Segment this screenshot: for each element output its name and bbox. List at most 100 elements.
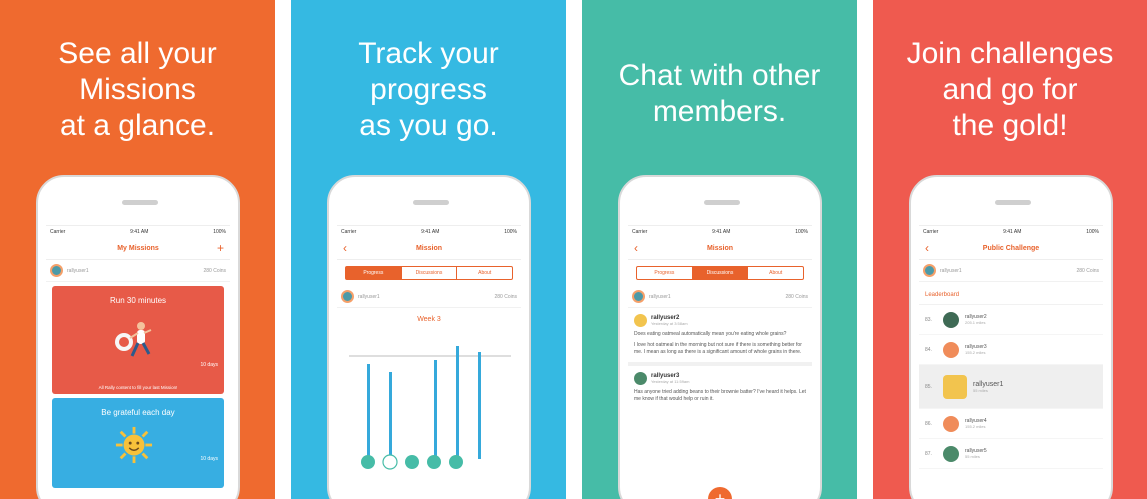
nav-title: Mission xyxy=(706,245,734,252)
mission-days: 10 days xyxy=(200,362,218,368)
user-name: rallyuser1 xyxy=(649,293,671,300)
leaderboard-row[interactable]: 86. rallyuser4 155.2 miles xyxy=(919,409,1103,439)
status-bar: Carrier 9:41 AM 100% xyxy=(46,226,230,238)
week-title: Week 3 xyxy=(417,316,441,323)
coins-count: 280 Coins xyxy=(203,267,226,274)
phone-speaker xyxy=(122,200,158,205)
avatar xyxy=(632,290,645,303)
user-name: rallyuser1 xyxy=(358,293,380,300)
post-header: rallyuser2 Yesterday at 3:58am xyxy=(634,314,806,327)
mission-days: 10 days xyxy=(200,456,218,462)
leader-rank: 84. xyxy=(925,346,932,353)
progress-bar xyxy=(478,352,481,459)
mission-note: All Rally content to fill your last Miss… xyxy=(98,385,178,390)
segmented-tabs: Progress Discussions About xyxy=(345,266,513,280)
post-time: Yesterday at 11:59am xyxy=(651,379,690,384)
phone-mockup: Carrier 9:41 AM 100% ‹ Mission Progress … xyxy=(618,175,822,499)
avatar xyxy=(341,290,354,303)
clock-label: 9:41 AM xyxy=(1003,229,1022,235)
leader-miles: 55 miles xyxy=(973,387,988,393)
avatar xyxy=(943,415,959,432)
phone-screen: Carrier 9:41 AM 100% My Missions + rally… xyxy=(46,225,230,499)
leaderboard-row[interactable]: 83. rallyuser2 205.1 miles xyxy=(919,305,1103,335)
phone-screen: Carrier 9:41 AM 100% ‹ Mission Progress … xyxy=(628,225,812,499)
carrier-label: Carrier xyxy=(341,229,357,235)
panel-missions: See all your Missions at a glance. Carri… xyxy=(0,0,275,499)
panel-challenges: Join challenges and go for the gold! Car… xyxy=(873,0,1147,499)
avatar xyxy=(634,314,647,327)
panel-headline: Chat with other members. xyxy=(618,59,821,128)
leaderboard-title: Leaderboard xyxy=(919,282,1103,305)
divider xyxy=(628,362,812,366)
user-row[interactable]: rallyuser1 280 Coins xyxy=(337,286,521,308)
day-check-icon xyxy=(361,455,375,469)
battery-label: 100% xyxy=(1086,229,1099,235)
mission-card[interactable]: Be grateful each day 10 days xyxy=(52,398,224,488)
post-body: Has anyone tried adding beans to their b… xyxy=(634,389,806,402)
avatar xyxy=(923,264,936,277)
leaderboard-row[interactable]: 84. rallyuser3 155.2 miles xyxy=(919,335,1103,365)
chevron-left-icon[interactable]: ‹ xyxy=(925,241,929,255)
nav-title: Public Challenge xyxy=(982,245,1040,252)
mission-title: Be grateful each day xyxy=(101,408,175,417)
avatar xyxy=(943,445,959,462)
nav-bar: My Missions + xyxy=(46,238,230,260)
leader-rank: 86. xyxy=(925,420,932,427)
discussion-post[interactable]: rallyuser2 Yesterday at 3:58am Does eati… xyxy=(634,314,806,356)
phone-mockup: Carrier 9:41 AM 100% ‹ Public Challenge … xyxy=(909,175,1113,499)
avatar xyxy=(943,341,959,358)
panel-headline: Track your progress as you go. xyxy=(358,37,499,142)
avatar xyxy=(943,374,967,399)
tab-about[interactable]: About xyxy=(748,267,803,279)
post-body: Does eating oatmeal automatically mean y… xyxy=(634,331,787,337)
leaderboard-row-current-user[interactable]: 85. rallyuser1 55 miles xyxy=(919,365,1103,409)
leader-rank: 85. xyxy=(925,383,932,390)
tab-discussions[interactable]: Discussions xyxy=(692,267,749,279)
leader-name: rallyuser1 xyxy=(973,380,1004,388)
phone-mockup: Carrier 9:41 AM 100% My Missions + rally… xyxy=(36,175,240,499)
mission-card[interactable]: Run 30 minutes 10 days All Rally content… xyxy=(52,286,224,394)
progress-bar xyxy=(389,372,392,459)
plus-icon[interactable]: + xyxy=(217,241,224,255)
tab-about[interactable]: About xyxy=(457,267,512,279)
user-row[interactable]: rallyuser1 280 Coins xyxy=(46,260,230,282)
tab-discussions[interactable]: Discussions xyxy=(402,267,458,279)
phone-speaker xyxy=(704,200,740,205)
battery-label: 100% xyxy=(795,229,808,235)
discussion-post[interactable]: rallyuser3 Yesterday at 11:59am Has anyo… xyxy=(634,372,806,403)
carrier-label: Carrier xyxy=(632,229,648,235)
nav-title: Mission xyxy=(415,245,443,252)
nav-bar: ‹ Mission xyxy=(628,238,812,260)
leader-miles: 55 miles xyxy=(965,454,980,459)
user-row[interactable]: rallyuser1 280 Coins xyxy=(919,260,1103,282)
carrier-label: Carrier xyxy=(50,229,66,235)
sun-icon xyxy=(115,426,153,464)
progress-bar xyxy=(367,364,370,459)
nav-bar: ‹ Public Challenge xyxy=(919,238,1103,260)
clock-label: 9:41 AM xyxy=(421,229,440,235)
leader-miles: 155.2 miles xyxy=(965,424,986,429)
add-post-button[interactable]: + xyxy=(708,487,732,499)
post-body: I love hot oatmeal in the morning but no… xyxy=(634,342,802,355)
leaderboard-row[interactable]: 87. rallyuser5 55 miles xyxy=(919,439,1103,469)
coins-count: 280 Coins xyxy=(785,293,808,300)
progress-bar xyxy=(456,346,459,459)
user-name: rallyuser1 xyxy=(67,267,89,274)
tab-progress[interactable]: Progress xyxy=(346,267,402,279)
leader-miles: 155.2 miles xyxy=(965,350,986,355)
day-check-icon xyxy=(405,455,419,469)
chevron-left-icon[interactable]: ‹ xyxy=(634,241,638,255)
chevron-left-icon[interactable]: ‹ xyxy=(343,241,347,255)
clock-label: 9:41 AM xyxy=(130,229,149,235)
runner-illustration-icon xyxy=(115,322,152,357)
user-row[interactable]: rallyuser1 280 Coins xyxy=(628,286,812,308)
status-bar: Carrier 9:41 AM 100% xyxy=(337,226,521,238)
day-empty-icon xyxy=(382,454,398,470)
post-time: Yesterday at 3:58am xyxy=(651,321,688,326)
phone-screen: Carrier 9:41 AM 100% ‹ Public Challenge … xyxy=(919,225,1103,499)
avatar xyxy=(943,311,959,328)
battery-label: 100% xyxy=(504,229,517,235)
tab-progress[interactable]: Progress xyxy=(637,267,693,279)
leader-rank: 83. xyxy=(925,316,932,323)
progress-bar xyxy=(434,360,437,459)
